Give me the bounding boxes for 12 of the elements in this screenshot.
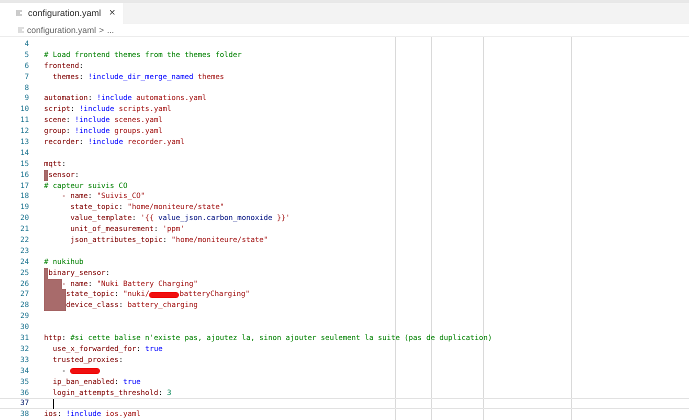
redaction-mark: [149, 292, 180, 298]
file-lines-icon: [18, 26, 24, 34]
breadcrumb-item[interactable]: configuration.yaml: [27, 24, 96, 36]
breadcrumb-separator: >: [98, 24, 104, 36]
indent-error-highlight: [44, 300, 66, 312]
close-button[interactable]: ×: [109, 5, 116, 22]
editor-tab[interactable]: configuration.yaml ×: [0, 3, 124, 24]
redaction-mark: [70, 368, 100, 374]
breadcrumb-item[interactable]: ...: [106, 24, 114, 36]
text-cursor: [52, 398, 54, 409]
indent-error-highlight: [44, 170, 48, 181]
file-lines-icon: [16, 10, 22, 17]
